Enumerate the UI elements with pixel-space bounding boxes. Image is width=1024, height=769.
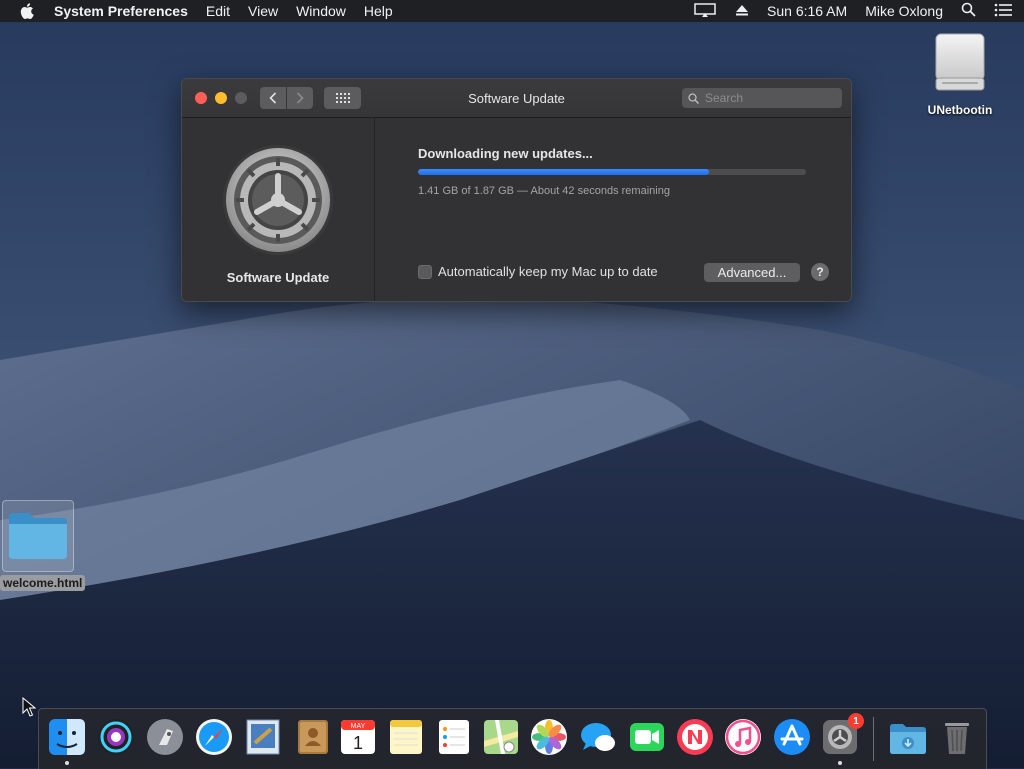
- auto-update-row[interactable]: Automatically keep my Mac up to date: [418, 264, 658, 279]
- trash-icon[interactable]: [937, 717, 977, 757]
- notification-center-icon[interactable]: [994, 3, 1012, 20]
- airplay-display-icon[interactable]: [693, 2, 717, 21]
- search-icon: [688, 92, 699, 104]
- folder-icon: [9, 513, 67, 559]
- app-menu[interactable]: System Preferences: [54, 3, 188, 19]
- safari-icon[interactable]: [194, 717, 234, 757]
- dock-separator: [873, 717, 874, 761]
- desktop-drive-unetbootin[interactable]: UNetbootin: [924, 32, 996, 117]
- auto-update-label[interactable]: Automatically keep my Mac up to date: [438, 264, 658, 279]
- siri-icon[interactable]: [96, 717, 136, 757]
- download-status: 1.41 GB of 1.87 GB — About 42 seconds re…: [418, 185, 670, 197]
- advanced-button[interactable]: Advanced...: [704, 263, 800, 282]
- dock: MAY 1 1: [38, 708, 987, 769]
- menu-help[interactable]: Help: [364, 3, 393, 19]
- mail-icon[interactable]: [243, 717, 283, 757]
- clock[interactable]: Sun 6:16 AM: [767, 3, 847, 19]
- spotlight-search-icon[interactable]: [961, 2, 976, 20]
- calendar-month: MAY: [351, 723, 366, 730]
- help-button[interactable]: ?: [811, 263, 829, 281]
- auto-update-checkbox[interactable]: [418, 264, 432, 279]
- calendar-day: 1: [353, 733, 363, 753]
- maps-icon[interactable]: [481, 717, 521, 757]
- apple-menu-icon[interactable]: [18, 2, 36, 20]
- sidebar-label: Software Update: [226, 270, 330, 285]
- external-drive-icon: [935, 33, 985, 91]
- facetime-icon[interactable]: [627, 717, 667, 757]
- update-content: Downloading new updates... 1.41 GB of 1.…: [375, 118, 851, 301]
- menu-bar: System Preferences Edit View Window Help…: [0, 0, 1024, 22]
- launchpad-icon[interactable]: [145, 717, 185, 757]
- software-update-gear-icon: [223, 145, 333, 255]
- notes-icon[interactable]: [386, 717, 426, 757]
- news-icon[interactable]: [675, 717, 715, 757]
- desktop-folder-welcome[interactable]: [2, 500, 74, 572]
- title-bar[interactable]: Software Update: [182, 79, 851, 118]
- search-input[interactable]: [703, 90, 837, 106]
- menu-edit[interactable]: Edit: [206, 3, 230, 19]
- app-store-icon[interactable]: [772, 717, 812, 757]
- messages-icon[interactable]: [578, 717, 618, 757]
- finder-running-indicator: [65, 761, 69, 765]
- folder-label: welcome.html: [0, 575, 86, 591]
- system-preferences-icon[interactable]: 1: [820, 713, 864, 757]
- search-field[interactable]: [682, 88, 842, 108]
- download-title: Downloading new updates...: [418, 146, 593, 161]
- menu-view[interactable]: View: [248, 3, 278, 19]
- sysprefs-running-indicator: [838, 761, 842, 765]
- photos-icon[interactable]: [529, 717, 569, 757]
- menu-window[interactable]: Window: [296, 3, 346, 19]
- calendar-icon[interactable]: MAY 1: [338, 717, 378, 757]
- finder-icon[interactable]: [47, 717, 87, 757]
- drive-label: UNetbootin: [927, 103, 993, 117]
- sidebar: Software Update: [182, 118, 375, 301]
- software-update-window: Software Update Search Software Update D…: [181, 78, 852, 302]
- reminders-icon[interactable]: [434, 717, 474, 757]
- download-progress-bar: [418, 169, 806, 175]
- contacts-icon[interactable]: [292, 717, 332, 757]
- notification-badge: 1: [848, 713, 864, 729]
- downloads-stack-icon[interactable]: [888, 717, 928, 757]
- itunes-icon[interactable]: [723, 717, 763, 757]
- user-menu[interactable]: Mike Oxlong: [865, 3, 943, 19]
- progress-fill: [418, 169, 709, 175]
- eject-icon[interactable]: [735, 3, 749, 20]
- mouse-pointer-icon: [22, 697, 36, 717]
